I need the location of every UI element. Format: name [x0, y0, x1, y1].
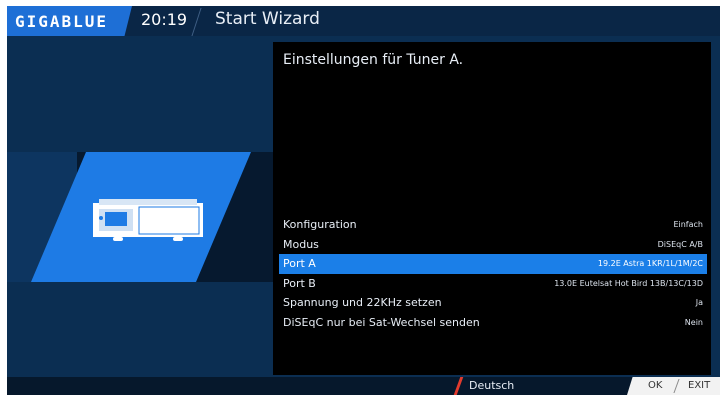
setting-label: Spannung und 22KHz setzen	[283, 296, 442, 310]
exit-button[interactable]: EXIT	[688, 380, 710, 391]
setting-row-konfiguration[interactable]: Konfiguration Einfach	[279, 215, 707, 235]
page-title: Start Wizard	[215, 9, 320, 29]
header-divider	[191, 8, 216, 36]
ok-button[interactable]: OK	[648, 380, 662, 391]
setting-row-modus[interactable]: Modus DiSEqC A/B	[279, 235, 707, 255]
clock: 20:19	[141, 10, 188, 29]
setting-label: Port A	[283, 257, 316, 271]
setting-row-port-a[interactable]: Port A 19.2E Astra 1KR/1L/1M/2C	[279, 254, 707, 274]
setting-label: DiSEqC nur bei Sat-Wechsel senden	[283, 315, 480, 329]
setting-label: Port B	[283, 276, 316, 290]
setting-value: DiSEqC A/B	[657, 239, 703, 249]
setting-label: Modus	[283, 237, 319, 251]
logo-box: GIGABLUE	[7, 6, 132, 36]
panel-title: Einstellungen für Tuner A.	[283, 52, 464, 68]
setting-value: Ja	[695, 298, 703, 308]
setting-row-spannung[interactable]: Spannung und 22KHz setzen Ja	[279, 293, 707, 313]
language-button[interactable]: Deutsch	[469, 379, 514, 392]
settings-list: Konfiguration Einfach Modus DiSEqC A/B P…	[279, 215, 707, 333]
tuner-settings-panel: Einstellungen für Tuner A. Konfiguration…	[273, 42, 711, 375]
setting-row-port-b[interactable]: Port B 13.0E Eutelsat Hot Bird 13B/13C/1…	[279, 274, 707, 294]
top-bar: GIGABLUE 20:19 Start Wizard	[7, 6, 720, 36]
screen: GIGABLUE 20:19 Start Wizard Einstellunge…	[7, 6, 720, 395]
setting-value: 19.2E Astra 1KR/1L/1M/2C	[597, 259, 703, 269]
set-top-box-icon	[93, 199, 203, 241]
setting-value: Nein	[684, 317, 703, 327]
bottom-bar: Deutsch OK EXIT	[7, 377, 720, 395]
language-marker	[453, 377, 464, 395]
setting-row-diseqc-sat-wechsel[interactable]: DiSEqC nur bei Sat-Wechsel senden Nein	[279, 313, 707, 333]
setting-label: Konfiguration	[283, 218, 357, 231]
setting-value: 13.0E Eutelsat Hot Bird 13B/13C/13D	[554, 278, 703, 288]
brand-logo: GIGABLUE	[15, 12, 109, 31]
setting-value: Einfach	[673, 220, 703, 229]
